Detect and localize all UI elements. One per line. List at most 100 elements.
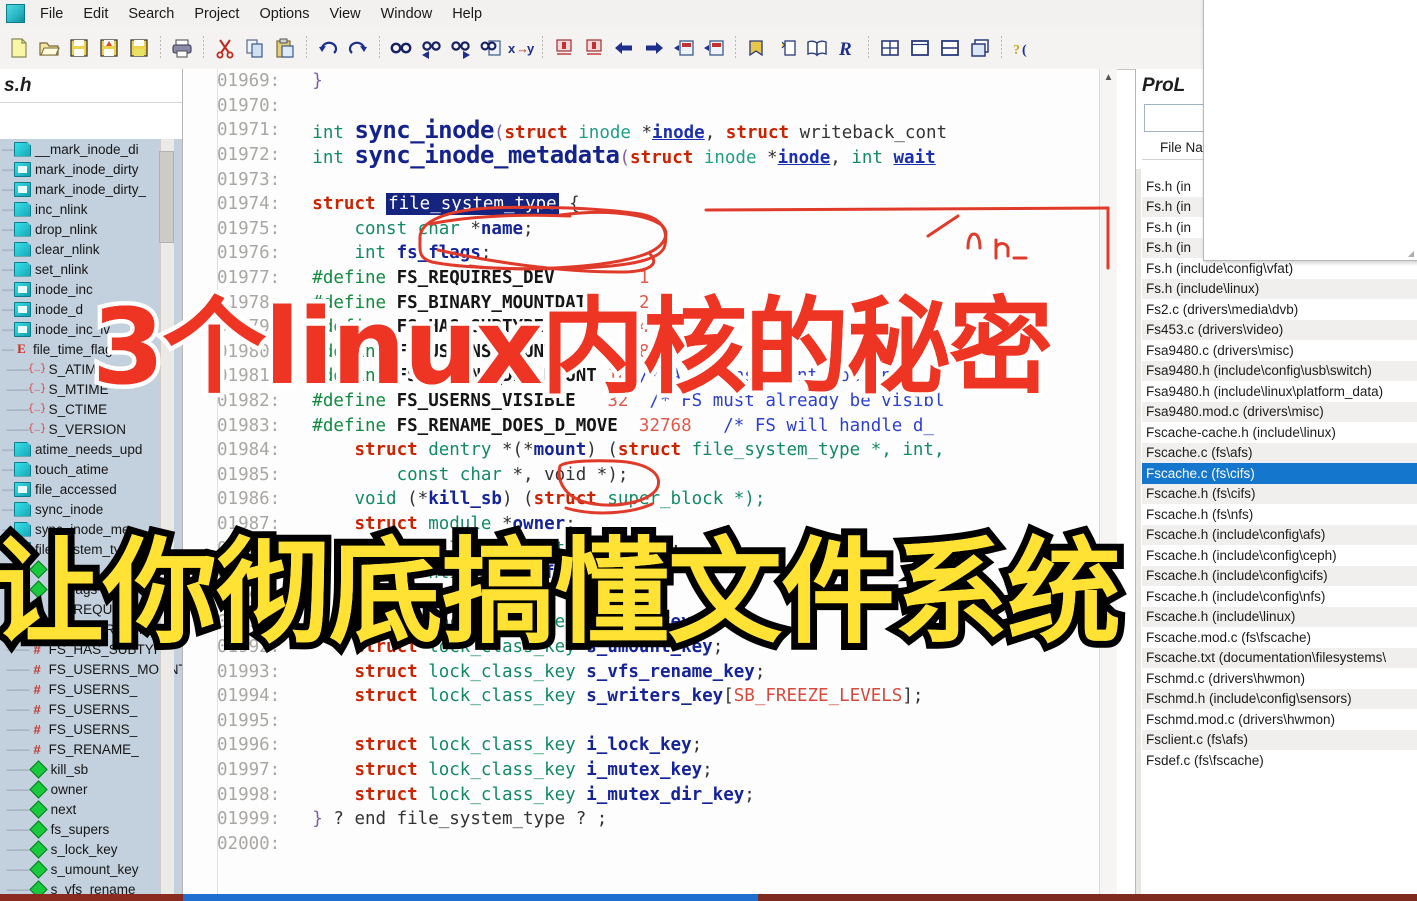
code-line[interactable]: 01998: struct lock_class_key i_mutex_dir…	[183, 782, 1117, 807]
code-line[interactable]: 01974: struct file_system_type {	[183, 192, 1117, 217]
file-list-item[interactable]: Fschmd.c (drivers\hwmon)	[1142, 668, 1417, 689]
bookmark-icon[interactable]	[744, 35, 770, 61]
print-icon[interactable]	[169, 35, 195, 61]
project-file-list[interactable]: Fs.h (in Fs.h (in Fs.h (in Fs.h (in Fs.h (in…	[1142, 176, 1417, 901]
file-list-item-selected[interactable]: Fscache.c (fs\cifs)	[1142, 463, 1417, 484]
code-line[interactable]: 02000:	[183, 831, 1117, 856]
symbol-list-item[interactable]: — file_accessed	[0, 479, 182, 499]
symbol-list-item[interactable]: — atime_needs_upd	[0, 439, 182, 459]
jump-to-definition-icon[interactable]	[671, 35, 697, 61]
bookmark-prev-icon[interactable]	[551, 35, 577, 61]
symbol-list-item[interactable]: —— # FS_USERNS_	[0, 699, 182, 719]
code-line[interactable]: 01969: }	[183, 69, 1117, 94]
file-list-item[interactable]: Fschmd.h (include\config\sensors)	[1142, 688, 1417, 709]
file-list-item[interactable]: Fscache.h (include\config\afs)	[1142, 524, 1417, 545]
new-file-icon[interactable]	[6, 35, 32, 61]
undo-icon[interactable]	[315, 35, 341, 61]
file-list-item[interactable]: Fscache.h (fs\cifs)	[1142, 483, 1417, 504]
menu-item-project[interactable]: Project	[184, 4, 249, 24]
find-icon[interactable]	[388, 35, 414, 61]
symbol-list-item[interactable]: — inc_nlink	[0, 199, 182, 219]
bookmark-next-icon[interactable]	[581, 35, 607, 61]
symbol-list-item[interactable]: —— # FS_USERNS_	[0, 679, 182, 699]
syntax-format-icon[interactable]: ?(	[1010, 35, 1036, 61]
menu-item-edit[interactable]: Edit	[73, 4, 118, 24]
file-list-item[interactable]: Fsa9480.mod.c (drivers\misc)	[1142, 401, 1417, 422]
open-folder-icon[interactable]	[36, 35, 62, 61]
code-line[interactable]: 01995:	[183, 708, 1117, 733]
symbol-list-item[interactable]: —— fs_supers	[0, 819, 182, 839]
floating-popup-window[interactable]: ◢	[1203, 0, 1417, 261]
back-arrow-icon[interactable]	[611, 35, 637, 61]
file-list-item[interactable]: Fs.h (include\linux)	[1142, 278, 1417, 299]
copy-icon[interactable]	[242, 35, 268, 61]
file-list-item[interactable]: Fsa9480.h (include\config\usb\switch)	[1142, 360, 1417, 381]
menu-item-window[interactable]: Window	[371, 4, 443, 24]
symbol-list-item[interactable]: —— # FS_RENAME_	[0, 739, 182, 759]
symbol-list-item[interactable]: —— next	[0, 799, 182, 819]
symbol-list-item[interactable]: — __mark_inode_di	[0, 139, 182, 159]
file-list-item[interactable]: Fs453.c (drivers\video)	[1142, 319, 1417, 340]
code-line[interactable]: 01983: #define FS_RENAME_DOES_D_MOVE 327…	[183, 413, 1117, 438]
code-line[interactable]: 01996: struct lock_class_key i_lock_key;	[183, 733, 1117, 758]
code-line[interactable]: 01972: int sync_inode_metadata(struct in…	[183, 141, 1117, 169]
file-list-item[interactable]: Fscache.h (include\config\nfs)	[1142, 586, 1417, 607]
code-line[interactable]: 01970:	[183, 94, 1117, 119]
reference-book-icon[interactable]	[804, 35, 830, 61]
save-all-icon[interactable]	[96, 35, 122, 61]
resize-grip-icon[interactable]: ◢	[1408, 249, 1414, 258]
find-in-files-icon[interactable]	[478, 35, 504, 61]
file-list-item[interactable]: Fscache.h (fs\nfs)	[1142, 504, 1417, 525]
symbol-list-item[interactable]: —— {…} S_VERSION	[0, 419, 182, 439]
file-list-item[interactable]: Fs2.c (drivers\media\dvb)	[1142, 299, 1417, 320]
editor-scrollbar[interactable]: ▲	[1099, 69, 1117, 901]
code-line[interactable]: 01973:	[183, 167, 1117, 192]
code-line[interactable]: 01999: } ? end file_system_type ? ;	[183, 807, 1117, 832]
single-window-icon[interactable]	[907, 35, 933, 61]
menu-item-view[interactable]: View	[319, 4, 370, 24]
redo-icon[interactable]	[345, 35, 371, 61]
code-line[interactable]: 01984: struct dentry *(*mount) (struct f…	[183, 438, 1117, 463]
symbol-panel-scroll-thumb[interactable]	[159, 151, 174, 243]
file-list-item[interactable]: Fscache.h (include\config\cifs)	[1142, 565, 1417, 586]
symbol-list-item[interactable]: —— owner	[0, 779, 182, 799]
menu-item-help[interactable]: Help	[442, 4, 492, 24]
cascade-windows-icon[interactable]	[967, 35, 993, 61]
file-list-item[interactable]: Fsclient.c (fs\afs)	[1142, 729, 1417, 750]
scroll-up-arrow-icon[interactable]: ▲	[1100, 69, 1117, 86]
paste-icon[interactable]	[272, 35, 298, 61]
symbol-list-item[interactable]: — touch_atime	[0, 459, 182, 479]
menu-item-file[interactable]: File	[30, 4, 73, 24]
code-line[interactable]: 01994: struct lock_class_key s_writers_k…	[183, 684, 1117, 709]
menu-item-options[interactable]: Options	[249, 4, 319, 24]
file-list-item[interactable]: Fscache.c (fs\afs)	[1142, 442, 1417, 463]
code-line[interactable]: 01975: const char *name;	[183, 217, 1117, 242]
save-icon[interactable]	[66, 35, 92, 61]
file-list-item[interactable]: Fs.h (include\config\vfat)	[1142, 258, 1417, 279]
symbol-list-item[interactable]: —— s_lock_key	[0, 839, 182, 859]
menu-item-search[interactable]: Search	[118, 4, 184, 24]
symbol-list-item[interactable]: — mark_inode_dirty_	[0, 179, 182, 199]
horizontal-split-icon[interactable]	[937, 35, 963, 61]
file-list-item[interactable]: Fsa9480.c (drivers\misc)	[1142, 340, 1417, 361]
symbol-list-item[interactable]: —— s_umount_key	[0, 859, 182, 879]
forward-arrow-icon[interactable]	[641, 35, 667, 61]
file-list-item[interactable]: Fscache.h (include\config\ceph)	[1142, 545, 1417, 566]
save-as-icon[interactable]	[126, 35, 152, 61]
symbol-list-item[interactable]: — drop_nlink	[0, 219, 182, 239]
tile-windows-icon[interactable]	[877, 35, 903, 61]
file-list-item[interactable]: Fscache.mod.c (fs\fscache)	[1142, 627, 1417, 648]
symbol-list-item[interactable]: —— # FS_USERNS_	[0, 719, 182, 739]
jump-to-reference-icon[interactable]	[701, 35, 727, 61]
relation-window-icon[interactable]: R	[834, 35, 860, 61]
file-list-item[interactable]: Fsdef.c (fs\fscache)	[1142, 750, 1417, 771]
code-line[interactable]: 01997: struct lock_class_key i_mutex_key…	[183, 758, 1117, 783]
symbol-list-item[interactable]: — mark_inode_dirty	[0, 159, 182, 179]
symbol-list-item[interactable]: —— kill_sb	[0, 759, 182, 779]
code-lines[interactable]: 01969: } 01970: 01971: int sync_inode(stru…	[183, 69, 1117, 856]
replace-icon[interactable]: x → y	[508, 35, 534, 61]
file-list-item[interactable]: Fscache.h (include\linux)	[1142, 606, 1417, 627]
symbol-list-item[interactable]: — clear_nlink	[0, 239, 182, 259]
code-line[interactable]: 01971: int sync_inode(struct inode *inod…	[183, 116, 1117, 144]
symbol-window-icon[interactable]	[774, 35, 800, 61]
